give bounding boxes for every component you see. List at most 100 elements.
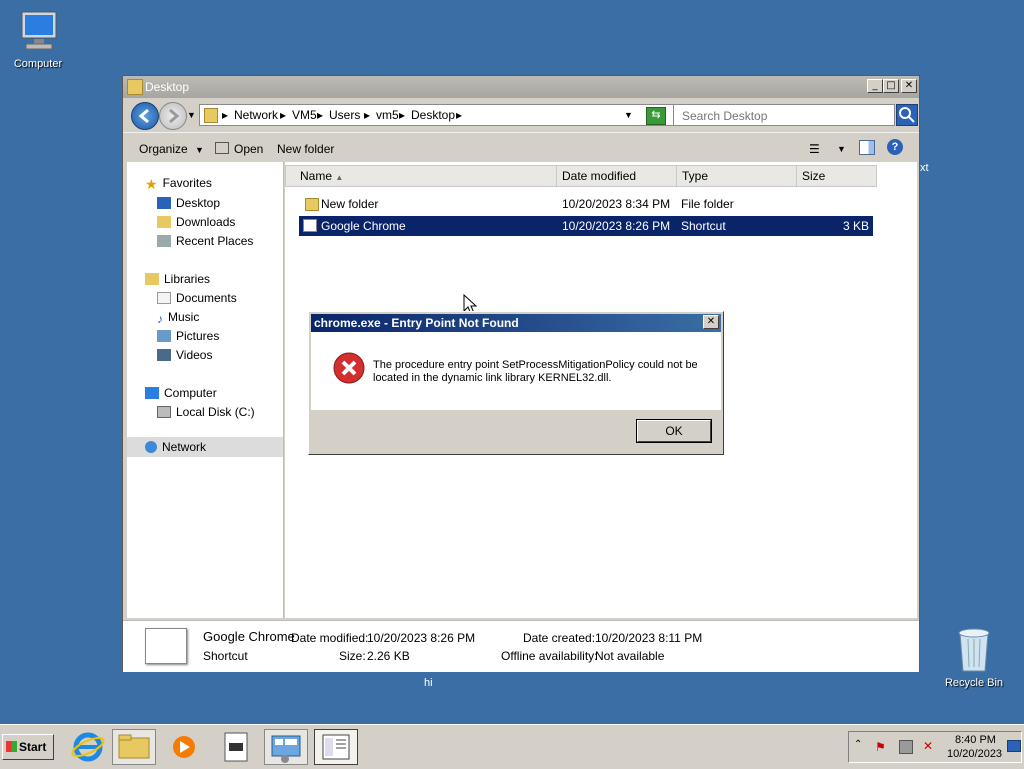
notepad-taskbar-button[interactable] <box>214 729 258 765</box>
open-button[interactable]: Open <box>215 142 263 156</box>
forward-button[interactable] <box>159 102 187 130</box>
search-input[interactable] <box>680 106 884 126</box>
nav-label: Computer <box>164 386 217 400</box>
shortcut-icon <box>303 219 317 232</box>
nav-libraries[interactable]: Libraries <box>145 272 210 286</box>
breadcrumb-item[interactable]: Users <box>329 108 360 122</box>
desktop-icon <box>157 197 171 209</box>
breadcrumb-separator-icon[interactable]: ▸ <box>222 108 228 122</box>
column-header-date[interactable]: Date modified <box>557 165 677 187</box>
stray-desktop-text: hi <box>424 677 433 689</box>
view-dropdown-icon[interactable]: ▼ <box>837 144 846 154</box>
recent-places-icon <box>157 235 171 247</box>
search-icon[interactable] <box>896 104 918 126</box>
details-name: Google Chrome <box>203 629 295 644</box>
dialog-body: The procedure entry point SetProcessMiti… <box>311 332 721 410</box>
breadcrumb-item[interactable]: Desktop <box>411 108 455 122</box>
breadcrumb-separator-icon[interactable]: ▸ <box>317 108 323 122</box>
breadcrumb-item[interactable]: VM5 <box>292 108 317 122</box>
date-modified-value: 10/20/2023 8:26 PM <box>367 631 476 645</box>
view-options-icon[interactable]: ☰ <box>809 142 820 156</box>
show-desktop-button[interactable] <box>1007 740 1021 752</box>
dialog-close-button[interactable]: ✕ <box>703 315 719 329</box>
breadcrumb-separator-icon[interactable]: ▸ <box>280 108 286 122</box>
close-button[interactable]: ✕ <box>901 79 917 93</box>
internet-explorer-taskbar-button[interactable] <box>66 729 110 765</box>
breadcrumb-item[interactable]: Network <box>234 108 278 122</box>
file-name: Google Chrome <box>321 219 406 233</box>
nav-desktop[interactable]: Desktop <box>157 196 220 210</box>
command-bar: Organize ▼ Open New folder ☰ ▼ ? <box>123 132 919 163</box>
desktop-icon-computer[interactable]: Computer <box>0 10 78 70</box>
desktop-icon-recycle-bin[interactable]: Recycle Bin <box>934 625 1014 689</box>
explorer-window-icon <box>322 734 350 760</box>
nav-recent-places[interactable]: Recent Places <box>157 234 253 248</box>
offline-label: Offline availability: <box>501 649 598 663</box>
new-folder-button[interactable]: New folder <box>277 142 334 156</box>
notepad-icon <box>224 732 248 762</box>
start-button[interactable]: Start <box>2 734 54 760</box>
ok-button[interactable]: OK <box>636 419 712 443</box>
navigation-pane: ★ Favorites Desktop Downloads Recent Plac… <box>127 162 284 618</box>
nav-documents[interactable]: Documents <box>157 291 237 305</box>
history-dropdown-icon[interactable]: ▼ <box>187 110 196 120</box>
breadcrumb-separator-icon[interactable]: ▸ <box>364 108 370 122</box>
open-icon <box>215 142 229 154</box>
nav-favorites[interactable]: ★ Favorites <box>145 176 212 192</box>
breadcrumb-item[interactable]: vm5 <box>376 108 399 122</box>
nav-local-disk[interactable]: Local Disk (C:) <box>157 405 255 419</box>
nav-downloads[interactable]: Downloads <box>157 215 235 229</box>
clock-time[interactable]: 8:40 PM <box>955 734 996 746</box>
windows-explorer-taskbar-button[interactable] <box>112 729 156 765</box>
action-center-icon[interactable]: ⚑ <box>875 740 889 754</box>
explorer-window-taskbar-button[interactable] <box>314 729 358 765</box>
clock-date[interactable]: 10/20/2023 <box>947 748 1002 760</box>
media-player-taskbar-button[interactable] <box>162 729 206 765</box>
column-label: Size <box>802 169 826 183</box>
breadcrumb-separator-icon[interactable]: ▸ <box>456 108 462 122</box>
sort-ascending-icon: ▲ <box>335 173 344 182</box>
back-button[interactable] <box>131 102 159 130</box>
computer-icon <box>145 387 159 399</box>
window-titlebar[interactable]: Desktop _ □ ✕ <box>123 76 919 98</box>
organize-button[interactable]: Organize ▼ <box>139 142 204 156</box>
column-label: Type <box>682 169 709 183</box>
column-header-name[interactable]: Name ▲ <box>285 165 557 187</box>
network-status-icon[interactable] <box>899 740 913 754</box>
nav-music[interactable]: ♪ Music <box>157 310 199 326</box>
dialog-title: chrome.exe - Entry Point Not Found <box>314 316 519 330</box>
minimize-button[interactable]: _ <box>867 79 883 93</box>
column-header-size[interactable]: Size <box>797 165 877 187</box>
error-icon <box>333 352 365 384</box>
table-row[interactable]: New folder 10/20/2023 8:34 PM File folde… <box>299 194 873 214</box>
nav-computer[interactable]: Computer <box>145 386 217 400</box>
nav-label: Videos <box>176 348 213 362</box>
nav-videos[interactable]: Videos <box>157 348 212 362</box>
offline-value: Not available <box>595 649 665 663</box>
nav-label: Recent Places <box>176 234 254 248</box>
nav-network[interactable]: Network <box>127 437 283 457</box>
open-label: Open <box>234 142 264 156</box>
volume-muted-icon[interactable]: ✕ <box>923 739 933 753</box>
forward-arrow-icon <box>169 108 180 124</box>
nav-pictures[interactable]: Pictures <box>157 329 219 343</box>
breadcrumb-separator-icon[interactable]: ▸ <box>399 108 405 122</box>
address-dropdown-icon[interactable]: ▼ <box>624 110 633 120</box>
column-header-type[interactable]: Type <box>677 165 797 187</box>
help-icon[interactable]: ? <box>887 139 903 155</box>
dialog-titlebar[interactable]: chrome.exe - Entry Point Not Found ✕ <box>311 314 721 332</box>
music-icon: ♪ <box>157 312 163 326</box>
network-icon <box>145 441 157 453</box>
address-bar: ▼ ▸ Network ▸ VM5 ▸ Users ▸ vm5 ▸ Deskto… <box>123 98 919 132</box>
chevron-down-icon: ▼ <box>195 145 204 155</box>
table-row[interactable]: Google Chrome 10/20/2023 8:26 PM Shortcu… <box>299 216 873 236</box>
maximize-button[interactable]: □ <box>883 79 899 93</box>
file-type: File folder <box>681 197 734 211</box>
taskbar: Start ⌃ ⚑ ✕ 8:40 PM 10/20/2023 <box>0 724 1024 769</box>
server-manager-taskbar-button[interactable] <box>264 729 308 765</box>
date-created-value: 10/20/2023 8:11 PM <box>595 631 703 645</box>
refresh-button[interactable]: ⇆ <box>646 107 666 125</box>
preview-pane-icon[interactable] <box>859 140 875 155</box>
desktop-icon-label: Computer <box>13 58 63 70</box>
show-hidden-icons-icon[interactable]: ⌃ <box>854 739 862 750</box>
